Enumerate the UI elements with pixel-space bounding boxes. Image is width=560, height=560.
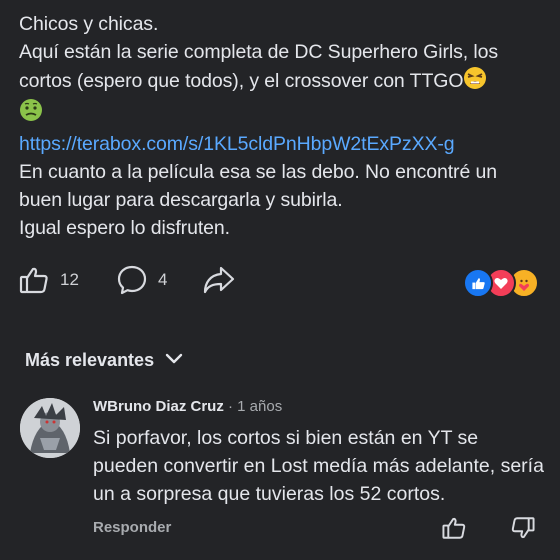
reactions-summary[interactable] bbox=[463, 264, 543, 300]
like-icon bbox=[441, 517, 467, 545]
comment-like-button[interactable] bbox=[441, 515, 467, 546]
like-icon bbox=[18, 264, 50, 296]
commenter-avatar[interactable] bbox=[20, 398, 80, 458]
comment-button[interactable]: 4 bbox=[116, 264, 167, 296]
comment-dislike-button[interactable] bbox=[510, 515, 536, 546]
comment-author[interactable]: WBruno Diaz Cruz bbox=[93, 398, 224, 415]
post-body: Chicos y chicas. Aquí están la serie com… bbox=[19, 10, 544, 242]
comment-time[interactable]: · 1 años bbox=[228, 398, 282, 415]
post-text-apology: En cuanto a la película esa se las debo.… bbox=[19, 161, 497, 211]
comment-icon bbox=[116, 264, 148, 296]
nauseated-face-emoji bbox=[19, 98, 43, 130]
comment-text: Si porfavor, los cortos si bien están en… bbox=[93, 427, 544, 505]
like-reaction-icon bbox=[463, 268, 493, 298]
tired-face-emoji bbox=[463, 66, 487, 98]
like-count: 12 bbox=[60, 270, 79, 289]
post-greeting: Chicos y chicas. bbox=[19, 13, 159, 35]
comment-count: 4 bbox=[158, 270, 168, 289]
comment-sort-label: Más relevantes bbox=[25, 350, 155, 370]
share-icon bbox=[202, 264, 236, 296]
comment-sort-dropdown[interactable]: Más relevantes bbox=[25, 348, 184, 373]
share-button[interactable] bbox=[202, 264, 236, 296]
post-link[interactable]: https://terabox.com/s/1KL5cldPnHbpW2tExP… bbox=[19, 130, 544, 158]
chevron-down-icon bbox=[154, 348, 184, 373]
post-text-line: Aquí están la serie completa de DC Super… bbox=[19, 41, 498, 93]
post-text: Aquí están la serie completa de DC Super… bbox=[19, 38, 544, 130]
comment-header: WBruno Diaz Cruz · 1 años bbox=[93, 398, 282, 415]
post-action-bar: 12 4 bbox=[18, 264, 543, 302]
post-text-closing: Igual espero lo disfruten. bbox=[19, 217, 230, 239]
like-button[interactable]: 12 bbox=[18, 264, 79, 296]
dislike-icon bbox=[510, 517, 536, 545]
reply-button[interactable]: Responder bbox=[93, 519, 171, 536]
